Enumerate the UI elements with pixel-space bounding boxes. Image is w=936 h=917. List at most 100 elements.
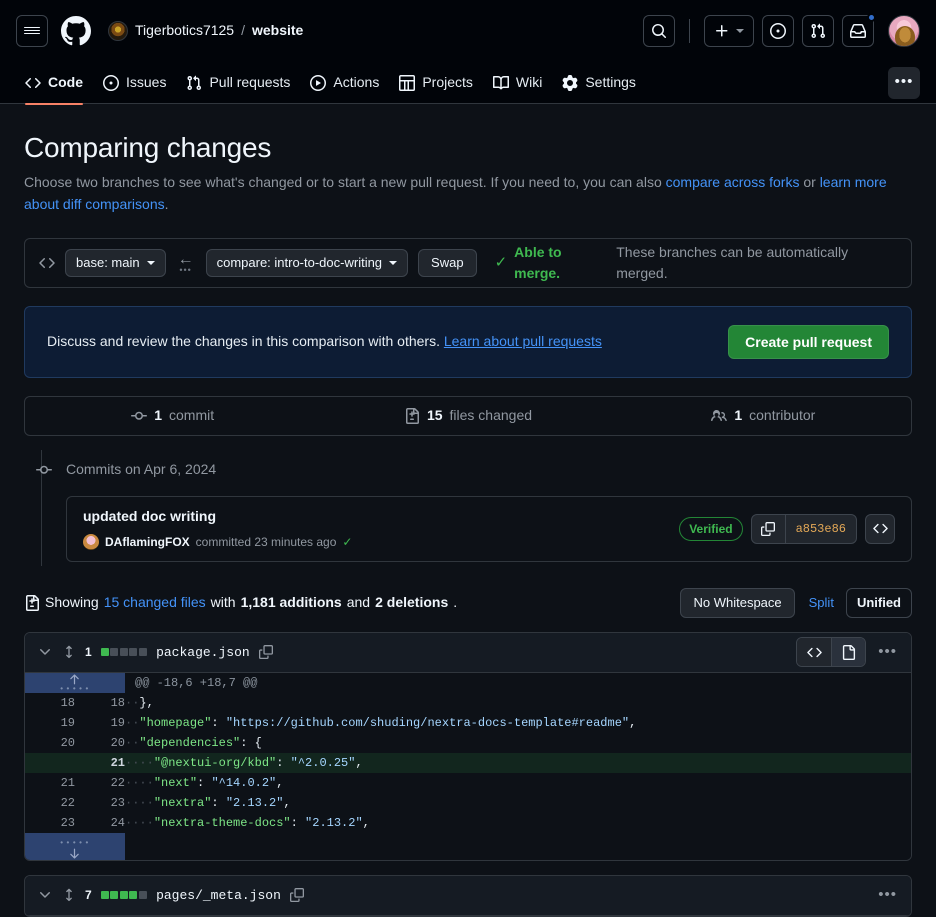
compare-across-forks-link[interactable]: compare across forks [666,174,800,190]
split-view-option[interactable]: Split [805,593,838,613]
diff-line-code[interactable]: ··"homepage": "https://github.com/shudin… [125,713,911,733]
git-commit-icon [131,408,147,424]
diff-line-context: 19 19 ··"homepage": "https://github.com/… [25,713,911,733]
pull-requests-button[interactable] [802,15,834,47]
file-icon [841,645,856,660]
commit-info: updated doc writing DAflamingFOX committ… [83,506,352,551]
diff-filename[interactable]: pages/_meta.json [156,886,281,906]
code-icon [807,645,822,660]
nav-item-issues[interactable]: Issues [94,66,175,100]
page-title: Comparing changes [24,130,912,165]
learn-about-pull-requests-link[interactable]: Learn about pull requests [444,333,602,349]
diff-filename[interactable]: package.json [156,643,250,663]
user-avatar[interactable] [888,15,920,47]
create-new-button[interactable] [704,15,754,47]
copy-path-icon[interactable] [290,888,304,902]
nav-item-actions[interactable]: Actions [301,66,388,100]
diff-options-kebab[interactable]: ••• [876,641,899,664]
compare-branch-selector[interactable]: compare: intro-to-doc-writing [206,249,408,277]
search-icon [651,23,667,39]
arrow-dots: ••• [179,267,191,273]
nav-label: Issues [126,72,166,93]
diff-options-kebab[interactable]: ••• [876,884,899,907]
commit-message[interactable]: updated doc writing [83,506,352,527]
notifications-button[interactable] [842,15,874,47]
swap-button[interactable]: Swap [418,249,477,277]
verified-check-icon: ✓ [342,533,352,551]
breadcrumb-repo[interactable]: website [252,20,303,41]
git-pull-request-icon [186,75,202,91]
diff-stat-bar [101,891,147,899]
nav-item-settings[interactable]: Settings [553,66,645,100]
nav-label: Actions [333,72,379,93]
file-view-toggle [796,637,866,667]
issue-opened-icon [770,23,786,39]
branch-compare-bar: base: main ← ••• compare: intro-to-doc-w… [24,238,912,288]
move-to-file-icon[interactable] [62,645,76,659]
stat-value: 15 [427,405,443,426]
merge-status-label: Able to merge. [514,242,609,284]
diff-line-code[interactable]: ····"next": "^14.0.2", [125,773,911,793]
browse-repository-button[interactable] [865,514,895,544]
people-icon [711,408,727,424]
code-icon [25,75,41,91]
expand-up-button[interactable]: ••••• [25,673,125,693]
base-branch-selector[interactable]: base: main [65,249,166,277]
view-source-button[interactable] [797,638,831,666]
nav-label: Settings [585,72,636,93]
arrow-down-icon [68,847,81,860]
diff-line-addition: 21 ····"@nextui-org/kbd": "^2.0.25", [25,753,911,773]
stat-commits[interactable]: 1 commit [25,405,320,426]
nav-overflow-button[interactable]: ••• [888,67,920,99]
line-number-new: 23 [75,793,125,813]
github-logo-icon[interactable] [60,15,92,47]
stat-files-changed[interactable]: 15 files changed [320,405,615,426]
breadcrumb-owner[interactable]: Tigerbotics7125 [135,20,234,41]
diff-file-package-json: 1 package.json ••• [24,632,912,861]
diff-line-code[interactable]: ····"nextra-theme-docs": "2.13.2", [125,813,911,833]
nav-label: Pull requests [209,72,290,93]
nav-item-code[interactable]: Code [16,66,92,100]
view-rendered-button[interactable] [831,638,865,666]
hamburger-menu-icon[interactable] [16,15,48,47]
nav-item-projects[interactable]: Projects [390,66,482,100]
verified-badge[interactable]: Verified [679,517,742,541]
diff-line-code[interactable]: ····"nextra": "2.13.2", [125,793,911,813]
subtitle-text-1: Choose two branches to see what's change… [24,174,666,190]
subtitle-text-3: . [165,196,169,212]
arrow-switch-icon [39,255,55,271]
issues-button[interactable] [762,15,794,47]
book-icon [493,75,509,91]
chevron-down-icon[interactable] [37,644,53,660]
stat-contributors[interactable]: 1 contributor [616,405,911,426]
create-pull-request-button[interactable]: Create pull request [728,325,889,359]
move-to-file-icon[interactable] [62,888,76,902]
commit-time: committed 23 minutes ago [196,533,337,551]
diff-line-code[interactable]: ····"@nextui-org/kbd": "^2.0.25", [125,753,911,773]
diff-summary-bar: Showing 15 changed files with 1,181 addi… [24,588,912,618]
git-commit-node-icon [36,462,52,478]
unified-view-option[interactable]: Unified [846,588,912,618]
line-number-old: 19 [25,713,75,733]
copy-sha-icon[interactable] [752,515,786,543]
line-number-old: 20 [25,733,75,753]
no-whitespace-button[interactable]: No Whitespace [680,588,794,618]
diff-line-code[interactable]: ··}, [125,693,911,713]
diff-line-context: 23 24 ····"nextra-theme-docs": "2.13.2", [25,813,911,833]
nav-label: Projects [422,72,473,93]
line-number-new: 24 [75,813,125,833]
changed-files-link[interactable]: 15 changed files [104,592,206,613]
expand-down-button[interactable]: ••••• [25,833,125,860]
commits-section: Commits on Apr 6, 2024 updated doc writi… [24,460,912,562]
commit-meta: DAflamingFOX committed 23 minutes ago ✓ [83,533,352,551]
diff-table: ••••• @@ -18,6 +18,7 @@ 18 18 ··}, 19 19… [25,673,911,860]
commit-author[interactable]: DAflamingFOX [105,533,190,551]
gear-icon [562,75,578,91]
commit-sha[interactable]: a853e86 [786,515,856,543]
nav-item-pull-requests[interactable]: Pull requests [177,66,299,100]
chevron-down-icon[interactable] [37,887,53,903]
search-button[interactable] [643,15,675,47]
diff-line-code[interactable]: ··"dependencies": { [125,733,911,753]
nav-item-wiki[interactable]: Wiki [484,66,551,100]
copy-path-icon[interactable] [259,645,273,659]
